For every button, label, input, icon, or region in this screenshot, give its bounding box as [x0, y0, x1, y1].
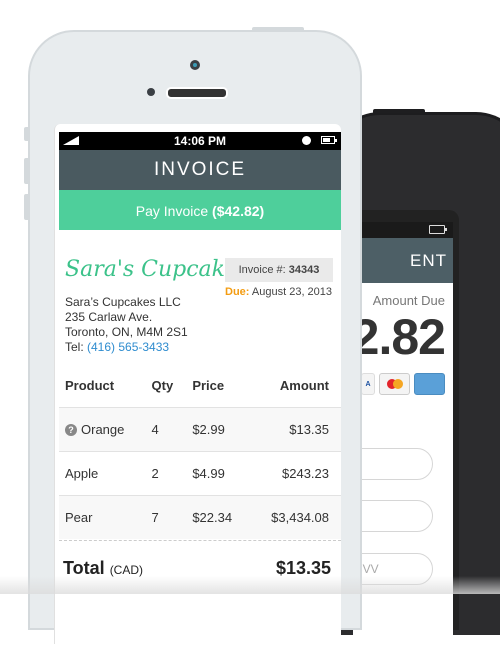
power-button: [373, 109, 425, 113]
amount-cell: $3,434.08: [249, 495, 341, 539]
help-icon[interactable]: ?: [65, 424, 77, 436]
amex-icon: [414, 373, 445, 395]
company-name: Sara’s Cupcakes LLC: [65, 295, 181, 309]
phone-link[interactable]: (416) 565-3433: [87, 340, 169, 354]
back-phone-screen: ENT Amount Due 2.82 A CVV: [323, 210, 459, 663]
line-items-table: Product Qty Price Amount ? Orange 4 $2.99…: [59, 363, 341, 539]
product-name: Orange: [81, 422, 125, 437]
table-row: ? Orange 4 $2.99 $13.35: [59, 407, 341, 452]
pay-invoice-button[interactable]: Pay Invoice ($42.82): [59, 190, 341, 230]
payment-header: ENT: [353, 238, 453, 283]
mute-switch: [24, 127, 28, 141]
front-phone: 14:06 PM INVOICE Pay Invoice ($42.82) Sa…: [24, 27, 362, 644]
speaker: [166, 87, 228, 99]
qty-cell: 7: [145, 495, 187, 539]
due-label: Due:: [225, 286, 250, 298]
col-price: Price: [192, 377, 225, 393]
page-title: INVOICE: [59, 150, 341, 190]
payment-body: Amount Due 2.82 A CVV: [323, 283, 453, 663]
company-tel: Tel: (416) 565-3433: [65, 340, 188, 355]
amount-due-label: Amount Due: [372, 293, 445, 308]
table-row: Apple 2 $4.99 $243.23: [59, 451, 341, 496]
total-currency: (CAD): [109, 563, 144, 577]
screen: 14:06 PM INVOICE Pay Invoice ($42.82) Sa…: [54, 124, 341, 644]
visa-card-icon: A: [361, 373, 375, 395]
product-cell: ? Orange: [59, 407, 146, 452]
invoice-number-badge: Invoice #: 34343: [225, 258, 333, 282]
back-status-bar: [353, 222, 453, 238]
due-date: Due: August 23, 2013: [225, 286, 332, 298]
company-street: 235 Carlaw Ave.: [65, 310, 153, 324]
pay-label: Pay Invoice: [135, 203, 213, 219]
price-cell: $2.99: [186, 407, 250, 452]
table-header: Product Qty Price Amount: [59, 363, 341, 408]
total-text: Total: [63, 558, 105, 578]
card-logos: A: [361, 373, 445, 395]
qty-cell: 2: [145, 451, 187, 496]
amount-due-value: 2.82: [351, 309, 446, 365]
battery-icon: [429, 225, 447, 234]
volume-down-button: [24, 194, 28, 220]
bottom-fade: [0, 576, 500, 594]
power-button: [252, 27, 304, 31]
price-cell: $4.99: [186, 451, 250, 496]
invoice-number-label: Invoice #:: [238, 264, 289, 276]
amount-cell: $13.35: [249, 407, 341, 452]
amount-cell: $243.23: [249, 451, 341, 496]
due-date-value: August 23, 2013: [249, 286, 333, 298]
qty-cell: 4: [145, 407, 187, 452]
company-city: Toronto, ON, M4M 2S1: [65, 325, 188, 339]
volume-up-button: [24, 158, 28, 184]
camera-icon: [190, 60, 200, 70]
company-address: Sara’s Cupcakes LLC 235 Carlaw Ave. Toro…: [65, 295, 188, 355]
status-time: 14:06 PM: [173, 134, 227, 148]
col-product: Product: [65, 377, 115, 393]
company-logo: Sara's Cupcakes: [65, 257, 250, 282]
status-bar: 14:06 PM: [59, 132, 341, 150]
product-cell: Apple: [59, 451, 146, 496]
price-cell: $22.34: [186, 495, 250, 539]
mastercard-icon: [379, 373, 410, 395]
sensor: [147, 88, 155, 96]
pay-amount: ($42.82): [212, 203, 265, 219]
col-qty: Qty: [151, 377, 174, 393]
product-cell: Pear: [59, 495, 146, 539]
table-row: Pear 7 $22.34 $3,434.08: [59, 495, 341, 539]
tel-label: Tel:: [65, 340, 88, 354]
col-amount: Amount: [279, 377, 329, 393]
divider: [59, 540, 341, 541]
clock-icon: [302, 136, 311, 145]
battery-icon: [321, 136, 337, 144]
invoice-number: 34343: [288, 264, 320, 276]
